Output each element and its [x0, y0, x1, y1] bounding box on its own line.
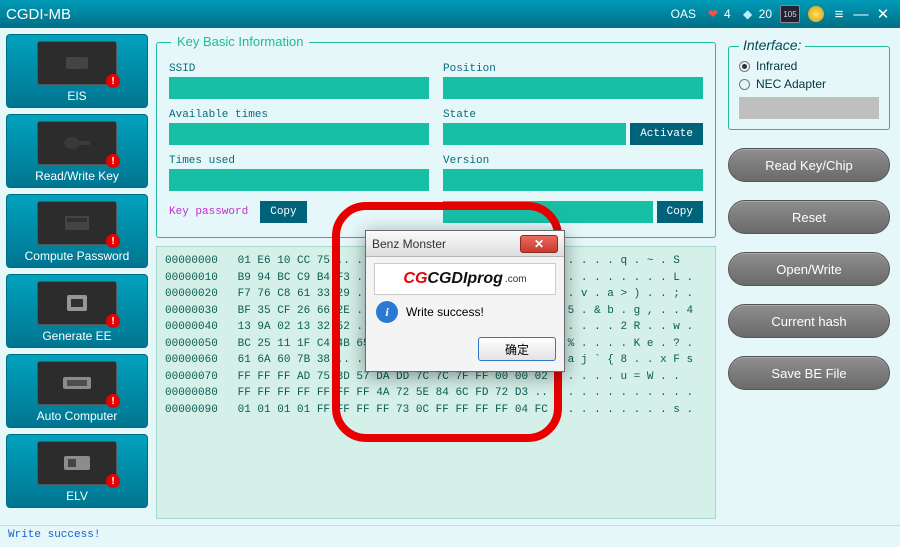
sidebar: ! EIS ! Read/Write Key ! Compute Passwor… [6, 34, 148, 519]
position-label: Position [443, 63, 703, 75]
version-label: Version [443, 155, 703, 167]
diamond-icon: ◆ [739, 5, 757, 23]
right-panel: Interface: Infrared NEC Adapter Read Key… [724, 34, 894, 519]
minimize-button[interactable]: — [852, 5, 870, 23]
close-icon: ✕ [534, 237, 544, 251]
current-hash-button[interactable]: Current hash [728, 304, 890, 338]
activate-button[interactable]: Activate [630, 123, 703, 145]
save-be-file-button[interactable]: Save BE File [728, 356, 890, 390]
state-label: State [443, 109, 703, 121]
radio-nec-label: NEC Adapter [756, 77, 826, 91]
close-button[interactable]: ✕ [874, 5, 892, 23]
logo-domain: .com [505, 274, 527, 285]
dialog-title: Benz Monster [372, 237, 446, 251]
eis-icon: ! [37, 41, 117, 85]
interface-status-bar [739, 97, 879, 119]
heart-counter: ❤ 4 [704, 5, 731, 23]
info-icon: i [376, 301, 398, 323]
diamond-count: 20 [759, 7, 772, 21]
auto-computer-icon: ! [37, 361, 117, 405]
times-used-label: Times used [169, 155, 429, 167]
times-used-field[interactable] [169, 169, 429, 191]
radio-infrared[interactable]: Infrared [739, 59, 879, 73]
dialog-close-button[interactable]: ✕ [520, 235, 558, 253]
state-field[interactable] [443, 123, 626, 145]
key-icon: ! [37, 121, 117, 165]
heart-count: 4 [724, 7, 731, 21]
status-text: Write success! [8, 529, 100, 541]
chip-icon: 105 [780, 5, 800, 23]
sidebar-item-label: Generate EE [42, 329, 111, 343]
sidebar-item-read-write-key[interactable]: ! Read/Write Key [6, 114, 148, 188]
status-bar: Write success! [0, 525, 900, 547]
sidebar-item-auto-computer[interactable]: ! Auto Computer [6, 354, 148, 428]
sidebar-item-label: Auto Computer [37, 409, 118, 423]
radio-infrared-label: Infrared [756, 59, 797, 73]
read-key-chip-button[interactable]: Read Key/Chip [728, 148, 890, 182]
chip-indicator: 105 [780, 5, 800, 23]
version-field[interactable] [443, 169, 703, 191]
available-times-label: Available times [169, 109, 429, 121]
sidebar-item-label: Read/Write Key [35, 169, 119, 183]
dialog-titlebar[interactable]: Benz Monster ✕ [366, 231, 564, 257]
sidebar-item-label: Compute Password [25, 249, 130, 263]
oas-label: OAS [671, 7, 696, 21]
key-password-label: Key password [169, 206, 248, 218]
password-icon: ! [37, 201, 117, 245]
medal-indicator [808, 6, 824, 22]
sidebar-item-label: EIS [67, 89, 86, 103]
diamond-counter: ◆ 20 [739, 5, 772, 23]
key-password-field[interactable] [443, 201, 653, 223]
available-times-field[interactable] [169, 123, 429, 145]
dialog-body: CGCGDIprog.com i Write success! 确定 [366, 257, 564, 371]
group-title: Key Basic Information [171, 34, 309, 49]
dialog-message: Write success! [406, 305, 484, 319]
heart-icon: ❤ [704, 5, 722, 23]
ssid-field[interactable] [169, 77, 429, 99]
menu-button[interactable]: ≡ [830, 5, 848, 23]
copy-right-button[interactable]: Copy [657, 201, 703, 223]
sidebar-item-eis[interactable]: ! EIS [6, 34, 148, 108]
dialog: Benz Monster ✕ CGCGDIprog.com i Write su… [365, 230, 565, 372]
ssid-label: SSID [169, 63, 429, 75]
dialog-ok-button[interactable]: 确定 [478, 337, 556, 361]
copy-left-button[interactable]: Copy [260, 201, 306, 223]
open-write-button[interactable]: Open/Write [728, 252, 890, 286]
logo-cg: CG [403, 270, 427, 287]
sidebar-item-generate-ee[interactable]: ! Generate EE [6, 274, 148, 348]
dialog-logo: CGCGDIprog.com [374, 263, 556, 295]
elv-icon: ! [37, 441, 117, 485]
position-field[interactable] [443, 77, 703, 99]
sidebar-item-label: ELV [66, 489, 88, 503]
reset-button[interactable]: Reset [728, 200, 890, 234]
sidebar-item-compute-password[interactable]: ! Compute Password [6, 194, 148, 268]
radio-on-icon [739, 61, 750, 72]
interface-title: Interface: [739, 37, 805, 53]
radio-nec-adapter[interactable]: NEC Adapter [739, 77, 879, 91]
sidebar-item-elv[interactable]: ! ELV [6, 434, 148, 508]
generate-ee-icon: ! [37, 281, 117, 325]
medal-icon [808, 6, 824, 22]
key-basic-info-group: Key Basic Information SSID Position Avai… [156, 42, 716, 238]
app-title: CGDI-MB [6, 6, 71, 23]
logo-rest: CGDIprog [427, 270, 503, 287]
radio-off-icon [739, 79, 750, 90]
interface-group: Interface: Infrared NEC Adapter [728, 46, 890, 130]
titlebar: CGDI-MB OAS ❤ 4 ◆ 20 105 ≡ — ✕ [0, 0, 900, 28]
